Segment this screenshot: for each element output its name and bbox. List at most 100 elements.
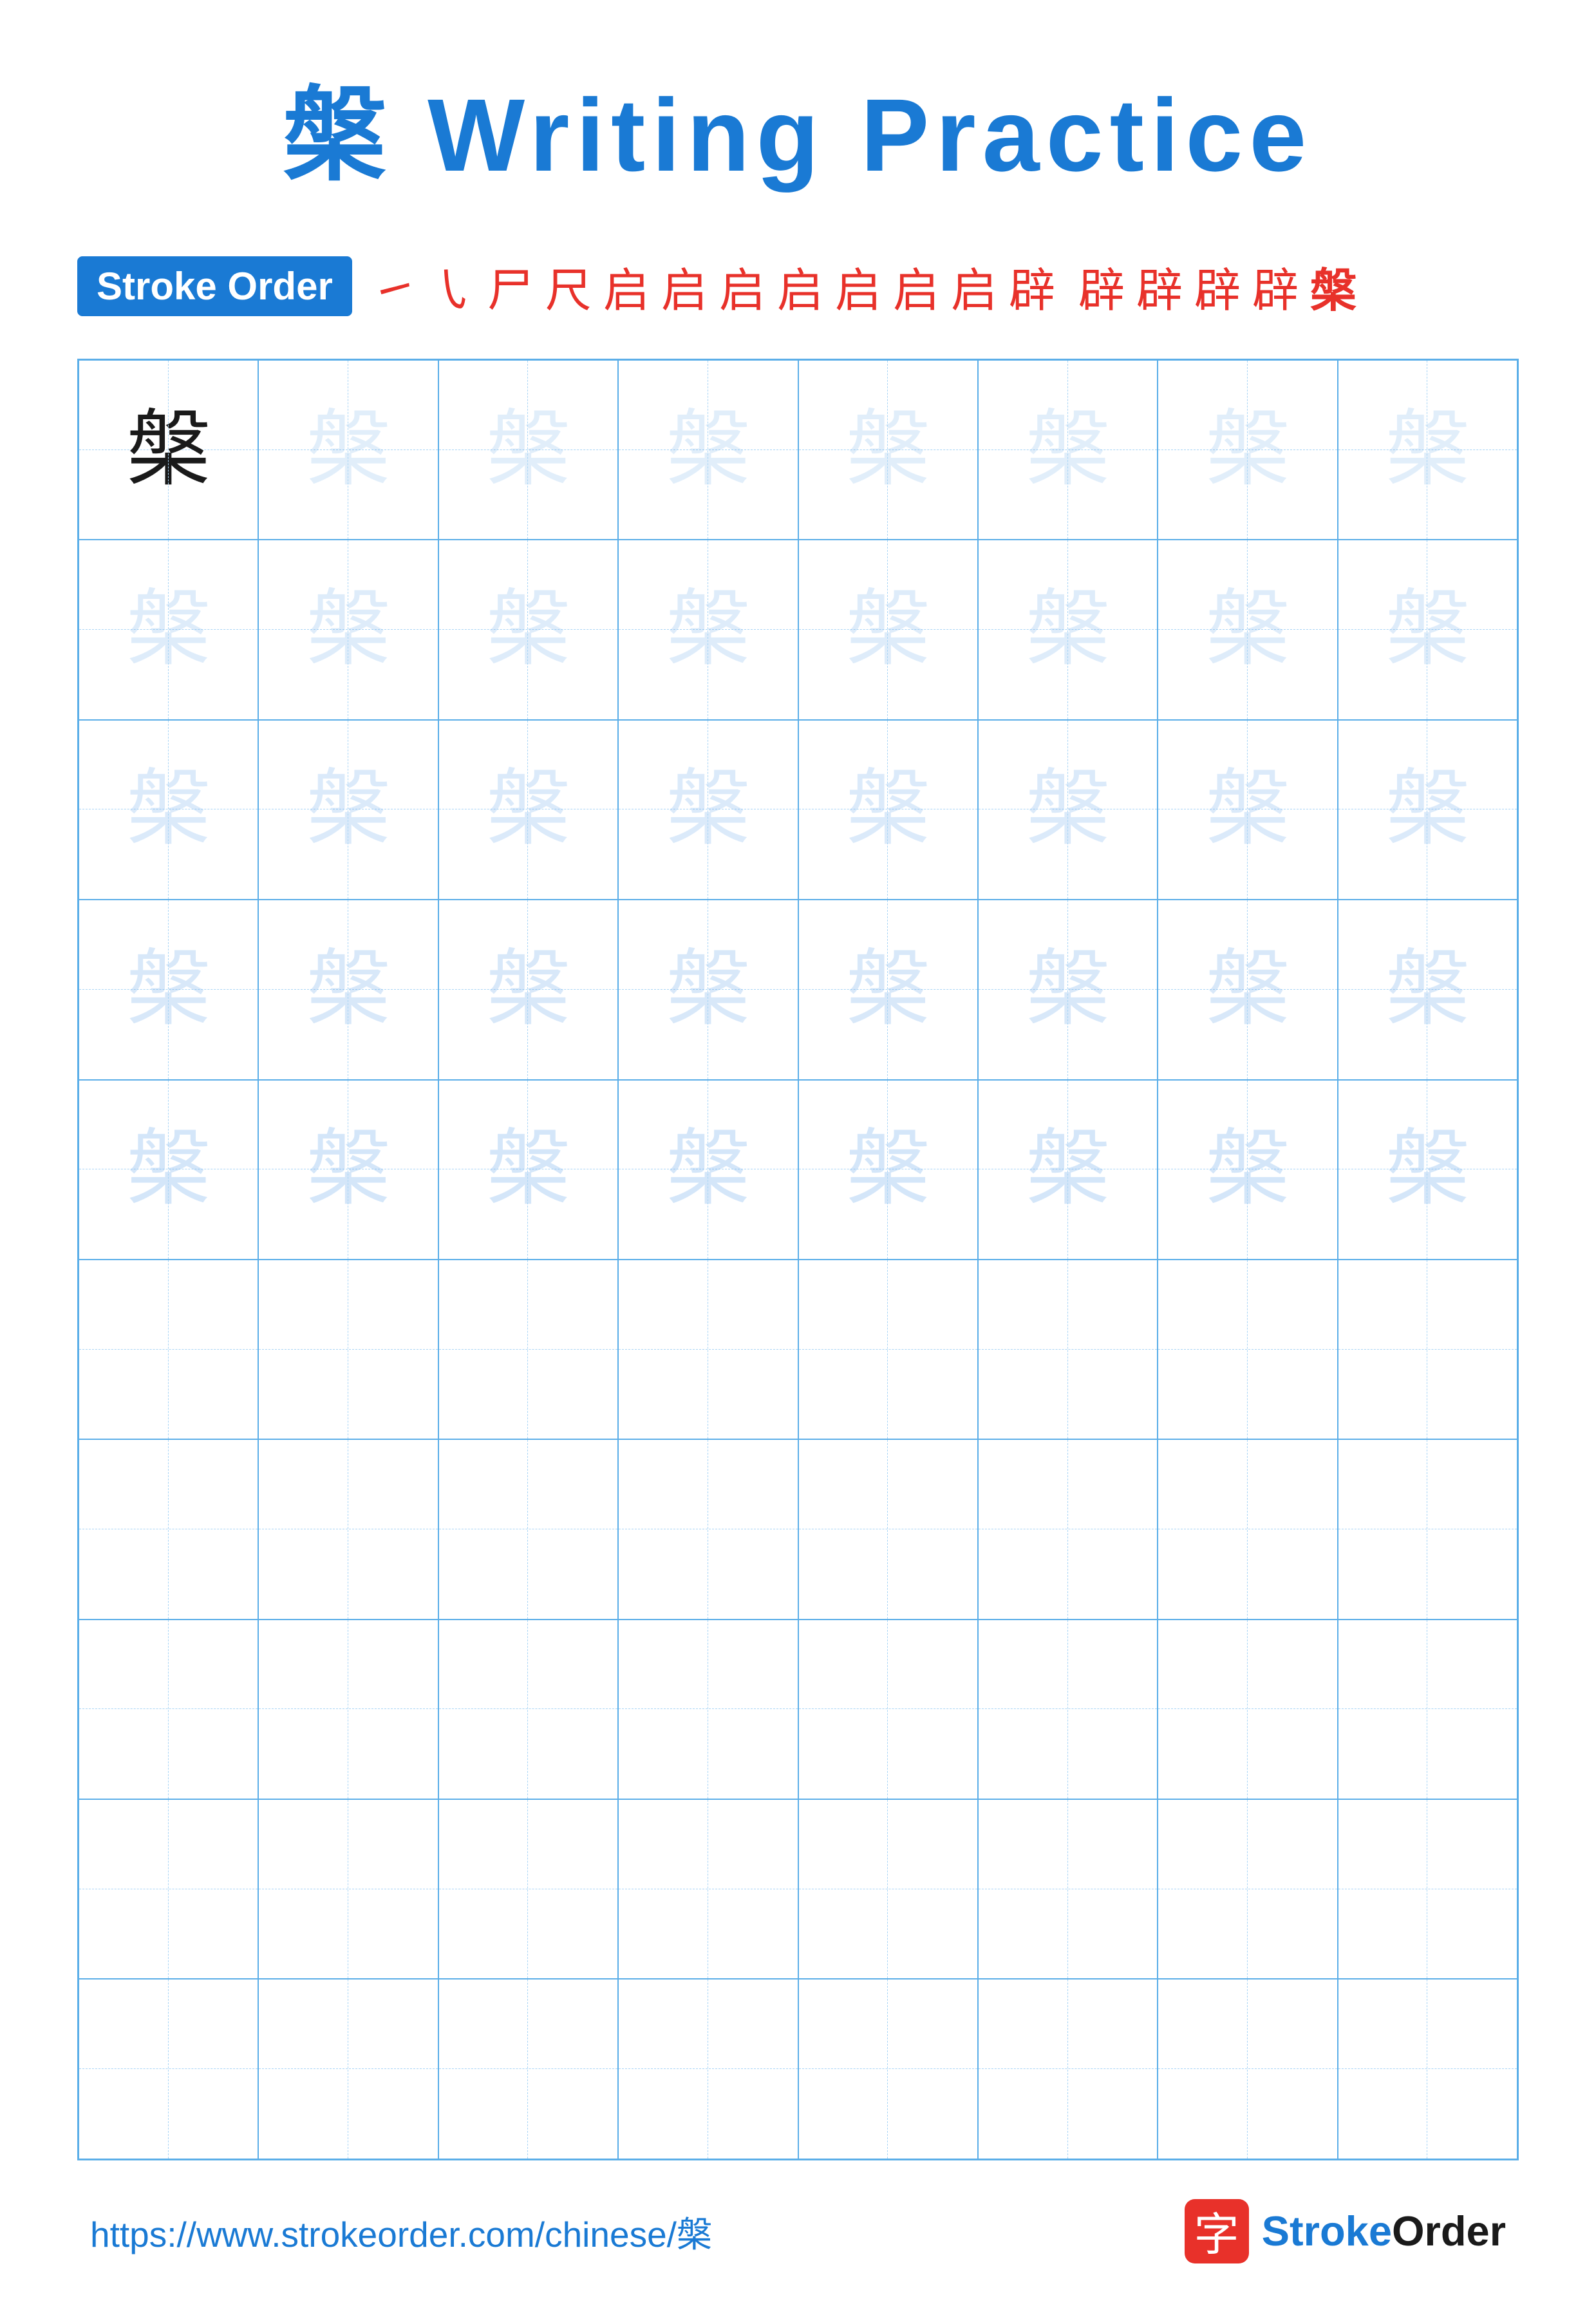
grid-char: 槃 (1158, 948, 1337, 1032)
grid-char: 槃 (979, 408, 1157, 492)
grid-cell[interactable]: 槃 (978, 1080, 1158, 1260)
grid-cell[interactable] (618, 1260, 798, 1439)
grid-char: 槃 (439, 1128, 617, 1211)
grid-cell[interactable]: 槃 (978, 360, 1158, 540)
stroke-1: ㇀ (371, 252, 418, 320)
grid-cell[interactable] (1158, 1979, 1337, 2159)
grid-char: 槃 (1338, 408, 1517, 492)
grid-cell[interactable] (798, 1979, 978, 2159)
grid-cell[interactable]: 槃 (1338, 900, 1517, 1079)
grid-cell[interactable] (79, 1439, 258, 1619)
grid-cell[interactable]: 槃 (618, 1080, 798, 1260)
grid-cell[interactable] (798, 1439, 978, 1619)
grid-cell[interactable]: 槃 (1338, 720, 1517, 900)
grid-cell[interactable]: 槃 (258, 900, 438, 1079)
stroke-12: 辟 (1009, 252, 1055, 320)
grid-cell[interactable] (79, 1260, 258, 1439)
grid-cell[interactable]: 槃 (1338, 1080, 1517, 1260)
grid-char: 槃 (799, 948, 977, 1032)
grid-char: 槃 (1338, 768, 1517, 851)
grid-cell[interactable]: 槃 (978, 900, 1158, 1079)
grid-char: 槃 (1158, 768, 1337, 851)
grid-cell[interactable] (258, 1260, 438, 1439)
grid-cell[interactable] (618, 1799, 798, 1979)
grid-cell[interactable] (978, 1260, 1158, 1439)
grid-char: 槃 (619, 408, 797, 492)
grid-cell[interactable] (798, 1260, 978, 1439)
grid-cell[interactable] (798, 1620, 978, 1799)
grid-cell[interactable]: 槃 (438, 900, 618, 1079)
grid-cell[interactable] (618, 1979, 798, 2159)
grid-cell[interactable] (438, 1620, 618, 1799)
grid-cell[interactable]: 槃 (258, 540, 438, 719)
grid-char: 槃 (259, 1128, 437, 1211)
grid-cell[interactable]: 槃 (978, 720, 1158, 900)
grid-cell[interactable]: 槃 (79, 720, 258, 900)
stroke-14: 辟 (1136, 252, 1183, 320)
grid-cell[interactable] (438, 1439, 618, 1619)
grid-cell[interactable]: 槃 (978, 540, 1158, 719)
grid-cell[interactable]: 槃 (79, 360, 258, 540)
grid-cell[interactable] (1158, 1620, 1337, 1799)
grid-cell[interactable]: 槃 (438, 540, 618, 719)
grid-cell[interactable] (258, 1979, 438, 2159)
grid-cell[interactable] (438, 1979, 618, 2159)
grid-cell[interactable] (258, 1439, 438, 1619)
grid-cell[interactable] (1338, 1979, 1517, 2159)
grid-cell[interactable]: 槃 (1158, 720, 1337, 900)
grid-cell[interactable]: 槃 (438, 1080, 618, 1260)
grid-cell[interactable] (1158, 1799, 1337, 1979)
grid-cell[interactable]: 槃 (618, 360, 798, 540)
grid-cell[interactable]: 槃 (79, 1080, 258, 1260)
grid-cell[interactable]: 槃 (798, 540, 978, 719)
grid-cell[interactable]: 槃 (258, 360, 438, 540)
stroke-16: 辟 (1252, 252, 1299, 320)
grid-cell[interactable]: 槃 (1158, 1080, 1337, 1260)
grid-cell[interactable]: 槃 (798, 1080, 978, 1260)
grid-cell[interactable]: 槃 (258, 1080, 438, 1260)
grid-cell[interactable]: 槃 (1158, 540, 1337, 719)
grid-cell[interactable] (978, 1620, 1158, 1799)
grid-cell[interactable]: 槃 (618, 540, 798, 719)
grid-cell[interactable] (798, 1799, 978, 1979)
grid-cell[interactable] (438, 1260, 618, 1439)
grid-char: 槃 (79, 768, 258, 851)
grid-cell[interactable]: 槃 (438, 360, 618, 540)
grid-cell[interactable] (79, 1979, 258, 2159)
grid-cell[interactable] (1158, 1260, 1337, 1439)
grid-cell[interactable] (1338, 1439, 1517, 1619)
grid-cell[interactable]: 槃 (798, 900, 978, 1079)
grid-char: 槃 (619, 768, 797, 851)
grid-cell[interactable] (978, 1439, 1158, 1619)
grid-cell[interactable]: 槃 (1338, 540, 1517, 719)
grid-cell[interactable]: 槃 (1158, 360, 1337, 540)
grid-cell[interactable]: 槃 (79, 900, 258, 1079)
grid-cell[interactable] (618, 1620, 798, 1799)
grid-cell[interactable] (79, 1620, 258, 1799)
grid-cell[interactable]: 槃 (79, 540, 258, 719)
grid-cell[interactable] (438, 1799, 618, 1979)
grid-cell[interactable] (618, 1439, 798, 1619)
grid-cell[interactable]: 槃 (438, 720, 618, 900)
grid-char: 槃 (439, 768, 617, 851)
grid-cell[interactable]: 槃 (798, 360, 978, 540)
stroke-7: 启 (719, 252, 765, 320)
grid-cell[interactable] (1338, 1620, 1517, 1799)
grid-cell[interactable]: 槃 (618, 720, 798, 900)
grid-cell[interactable]: 槃 (798, 720, 978, 900)
grid-cell[interactable] (978, 1799, 1158, 1979)
stroke-8: 启 (777, 252, 823, 320)
grid-cell[interactable] (1158, 1439, 1337, 1619)
grid-cell[interactable] (258, 1799, 438, 1979)
grid-cell[interactable] (258, 1620, 438, 1799)
grid-cell[interactable] (1338, 1799, 1517, 1979)
footer-url[interactable]: https://www.strokeorder.com/chinese/槃 (90, 2206, 712, 2257)
stroke-order-section: Stroke Order ㇀ ㇂ 尸 尺 启 启 启 启 启 启 启 辟 辟 辟… (77, 252, 1519, 320)
grid-cell[interactable] (1338, 1260, 1517, 1439)
grid-cell[interactable] (978, 1979, 1158, 2159)
grid-cell[interactable]: 槃 (1338, 360, 1517, 540)
grid-cell[interactable] (79, 1799, 258, 1979)
grid-cell[interactable]: 槃 (618, 900, 798, 1079)
grid-cell[interactable]: 槃 (1158, 900, 1337, 1079)
grid-cell[interactable]: 槃 (258, 720, 438, 900)
